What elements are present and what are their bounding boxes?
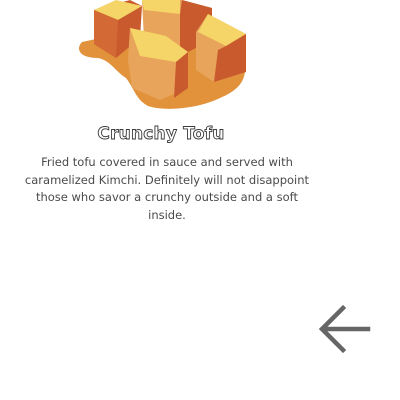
- item-title: Crunchy Tofu: [97, 124, 225, 145]
- back-button[interactable]: [316, 302, 372, 358]
- detail-screen: Crunchy Tofu Fried tofu covered in sauce…: [0, 0, 400, 400]
- tofu-illustration: [79, 0, 246, 109]
- item-description: Fried tofu covered in sauce and served w…: [24, 155, 310, 222]
- arrow-left-icon: [318, 304, 371, 354]
